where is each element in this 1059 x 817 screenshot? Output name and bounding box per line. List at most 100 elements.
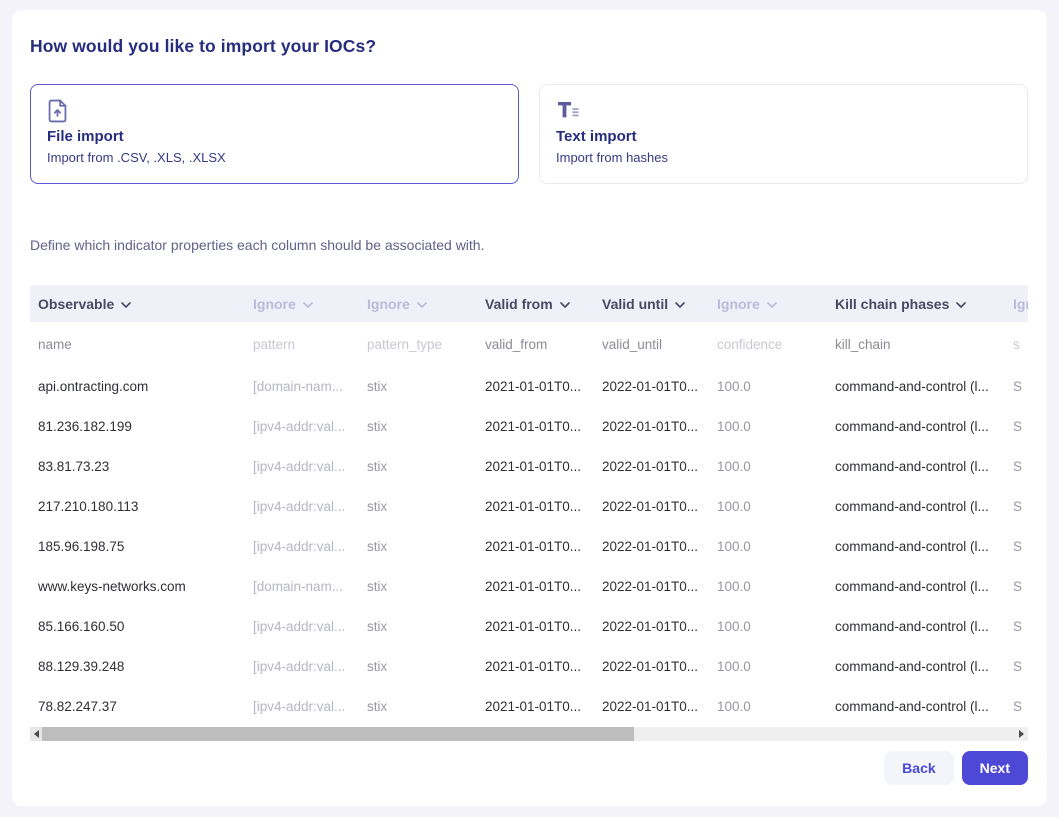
- import-options-row: File import Import from .CSV, .XLS, .XLS…: [30, 84, 1028, 184]
- source-column-name: pattern_type: [367, 337, 485, 352]
- table-cell: 2022-01-01T0...: [602, 539, 717, 554]
- table-cell: 100.0: [717, 459, 835, 474]
- column-header-select[interactable]: Valid from: [485, 296, 602, 312]
- table-cell: 2021-01-01T0...: [485, 379, 602, 394]
- table-cell: 2021-01-01T0...: [485, 539, 602, 554]
- page-title: How would you like to import your IOCs?: [30, 36, 1028, 56]
- column-header-label: Valid until: [602, 296, 668, 312]
- chevron-down-icon: [560, 302, 570, 308]
- table-cell: command-and-control (l...: [835, 619, 1013, 634]
- table-cell: command-and-control (l...: [835, 379, 1013, 394]
- table-cell: 2021-01-01T0...: [485, 699, 602, 714]
- source-column-name: s: [1013, 337, 1028, 352]
- table-cell: 2021-01-01T0...: [485, 419, 602, 434]
- table-cell: [ipv4-addr:val...: [253, 499, 367, 514]
- table-cell: 2021-01-01T0...: [485, 459, 602, 474]
- file-upload-icon: [47, 99, 502, 123]
- column-header-label: Ignore: [1013, 296, 1028, 312]
- table-cell: 100.0: [717, 499, 835, 514]
- table-cell: 2021-01-01T0...: [485, 619, 602, 634]
- table-cell: stix: [367, 379, 485, 394]
- table-cell: [ipv4-addr:val...: [253, 459, 367, 474]
- table-cell: 2022-01-01T0...: [602, 459, 717, 474]
- table-cell: 83.81.73.23: [38, 459, 253, 474]
- column-header-select[interactable]: Ignore: [367, 296, 485, 312]
- scroll-left-button[interactable]: [30, 727, 42, 741]
- table-cell: stix: [367, 539, 485, 554]
- scroll-right-button[interactable]: [1014, 727, 1028, 741]
- scrollbar-thumb[interactable]: [42, 727, 634, 741]
- table-body: api.ontracting.com[domain-nam...stix2021…: [30, 366, 1028, 726]
- source-column-name: valid_from: [485, 337, 602, 352]
- table-cell: S: [1013, 459, 1028, 474]
- column-header-select[interactable]: Ignore: [1013, 296, 1028, 312]
- table-cell: 2022-01-01T0...: [602, 379, 717, 394]
- import-option-file[interactable]: File import Import from .CSV, .XLS, .XLS…: [30, 84, 519, 184]
- mapping-description: Define which indicator properties each c…: [30, 237, 1028, 254]
- table-cell: stix: [367, 699, 485, 714]
- column-header-select[interactable]: Observable: [38, 296, 253, 312]
- source-column-name: valid_until: [602, 337, 717, 352]
- table-cell: S: [1013, 659, 1028, 674]
- next-button[interactable]: Next: [962, 751, 1028, 785]
- table-cell: command-and-control (l...: [835, 459, 1013, 474]
- table-row: 85.166.160.50[ipv4-addr:val...stix2021-0…: [30, 606, 1028, 646]
- table-cell: 100.0: [717, 579, 835, 594]
- chevron-down-icon: [303, 302, 313, 308]
- table-cell: command-and-control (l...: [835, 659, 1013, 674]
- option-title: File import: [47, 128, 502, 145]
- table-cell: 2021-01-01T0...: [485, 499, 602, 514]
- table-header-row: ObservableIgnoreIgnoreValid fromValid un…: [30, 285, 1028, 322]
- column-header-select[interactable]: Ignore: [717, 296, 835, 312]
- column-header-select[interactable]: Valid until: [602, 296, 717, 312]
- column-header-label: Ignore: [253, 296, 296, 312]
- source-column-name: confidence: [717, 337, 835, 352]
- table-cell: 2022-01-01T0...: [602, 579, 717, 594]
- table-cell: 100.0: [717, 539, 835, 554]
- table-cell: command-and-control (l...: [835, 579, 1013, 594]
- table-row: 185.96.198.75[ipv4-addr:val...stix2021-0…: [30, 526, 1028, 566]
- chevron-down-icon: [767, 302, 777, 308]
- table-cell: 100.0: [717, 699, 835, 714]
- table-cell: 100.0: [717, 619, 835, 634]
- table-subheader-row: namepatternpattern_typevalid_fromvalid_u…: [30, 322, 1028, 366]
- table-row: api.ontracting.com[domain-nam...stix2021…: [30, 366, 1028, 406]
- table-cell: 2021-01-01T0...: [485, 579, 602, 594]
- table-cell: 88.129.39.248: [38, 659, 253, 674]
- table-cell: 2022-01-01T0...: [602, 659, 717, 674]
- table-cell: [ipv4-addr:val...: [253, 419, 367, 434]
- table-cell: 2021-01-01T0...: [485, 659, 602, 674]
- chevron-down-icon: [417, 302, 427, 308]
- column-header-label: Valid from: [485, 296, 553, 312]
- table-cell: [domain-nam...: [253, 379, 367, 394]
- wizard-footer: Back Next: [30, 751, 1028, 785]
- table-cell: S: [1013, 699, 1028, 714]
- column-header-select[interactable]: Kill chain phases: [835, 296, 1013, 312]
- table-cell: stix: [367, 419, 485, 434]
- chevron-down-icon: [121, 302, 131, 308]
- table-cell: stix: [367, 459, 485, 474]
- back-button[interactable]: Back: [884, 751, 953, 785]
- table-cell: 2022-01-01T0...: [602, 619, 717, 634]
- table-cell: 78.82.247.37: [38, 699, 253, 714]
- table-cell: 185.96.198.75: [38, 539, 253, 554]
- table-cell: 85.166.160.50: [38, 619, 253, 634]
- table-cell: 217.210.180.113: [38, 499, 253, 514]
- triangle-left-icon: [34, 730, 39, 738]
- table-cell: command-and-control (l...: [835, 539, 1013, 554]
- column-header-label: Observable: [38, 296, 114, 312]
- option-subtitle: Import from hashes: [556, 150, 1011, 165]
- table-cell: [ipv4-addr:val...: [253, 699, 367, 714]
- import-option-text[interactable]: Text import Import from hashes: [539, 84, 1028, 184]
- option-subtitle: Import from .CSV, .XLS, .XLSX: [47, 150, 502, 165]
- horizontal-scrollbar[interactable]: [30, 727, 1028, 741]
- table-row: www.keys-networks.com[domain-nam...stix2…: [30, 566, 1028, 606]
- chevron-down-icon: [675, 302, 685, 308]
- table-cell: 100.0: [717, 659, 835, 674]
- column-mapping-table: ObservableIgnoreIgnoreValid fromValid un…: [30, 285, 1028, 726]
- column-header-select[interactable]: Ignore: [253, 296, 367, 312]
- table-cell: [domain-nam...: [253, 579, 367, 594]
- table-cell: command-and-control (l...: [835, 499, 1013, 514]
- table-cell: [ipv4-addr:val...: [253, 539, 367, 554]
- table-cell: stix: [367, 499, 485, 514]
